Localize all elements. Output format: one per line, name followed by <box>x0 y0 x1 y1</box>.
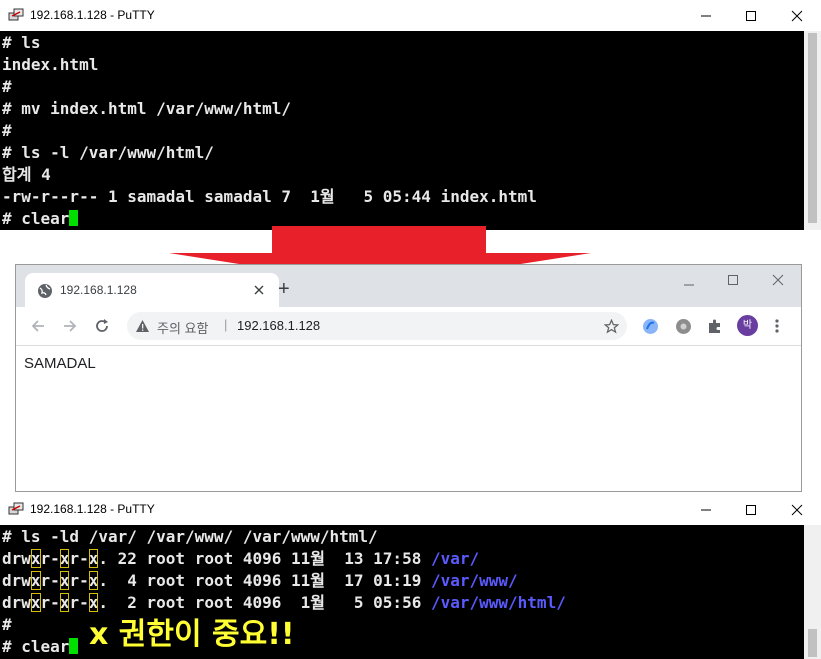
globe-icon <box>38 284 52 298</box>
terminal-cursor <box>69 210 79 226</box>
browser-toolbar: 주의 요함 | 192.168.1.128 박 <box>16 307 801 346</box>
window-title: 192.168.1.128 - PuTTY <box>30 502 155 516</box>
tab-strip: 192.168.1.128 + <box>16 265 801 307</box>
warning-icon <box>136 320 149 332</box>
title-bar[interactable]: 192.168.1.128 - PuTTY <box>0 0 821 31</box>
perm-r: r- <box>40 549 60 568</box>
minimize-icon <box>701 15 711 16</box>
extension-icon[interactable] <box>642 318 659 335</box>
forward-arrow-icon[interactable] <box>62 318 78 334</box>
maximize-icon[interactable] <box>727 274 739 286</box>
perm-r: r- <box>40 571 60 590</box>
browser-tab[interactable]: 192.168.1.128 <box>25 273 279 307</box>
close-icon <box>791 10 803 21</box>
minimize-button[interactable] <box>683 494 729 525</box>
back-arrow-icon[interactable] <box>30 318 46 334</box>
terminal-cursor <box>69 638 79 654</box>
putty-icon <box>8 502 24 515</box>
perm-x-highlight: x <box>59 571 70 590</box>
menu-dots-icon[interactable] <box>774 318 780 334</box>
maximize-icon <box>746 504 756 515</box>
dir-path: /var/ <box>430 549 480 568</box>
perm-r: r- <box>69 549 89 568</box>
close-icon <box>791 504 803 515</box>
perm-x-highlight: x <box>59 549 70 568</box>
terminal-line: # ls -ld /var/ /var/www/ /var/www/html/ <box>2 527 378 546</box>
row-details: . 22 root root 4096 11월 13 17:58 <box>98 549 431 568</box>
reload-icon[interactable] <box>94 318 110 334</box>
annotation-text: x 권한이 중요!! <box>89 617 295 652</box>
vertical-scrollbar[interactable] <box>804 525 821 659</box>
terminal-line: # mv index.html /var/www/html/ <box>2 99 291 118</box>
terminal-line: # <box>2 121 12 140</box>
terminal-line: # <box>2 615 12 634</box>
terminal-line-text: # clear <box>2 209 70 228</box>
terminal-prompt-line: # clear <box>2 208 79 230</box>
perm-x-highlight: x <box>88 571 99 590</box>
row-details: . 4 root root 4096 11월 17 01:19 <box>98 571 431 590</box>
new-tab-button[interactable]: + <box>278 279 290 299</box>
address-bar[interactable]: 주의 요함 | 192.168.1.128 <box>127 312 627 340</box>
perm-x-highlight: x <box>88 593 99 612</box>
terminal-line: # ls -l /var/www/html/ <box>2 143 214 162</box>
puzzle-icon[interactable] <box>707 318 723 334</box>
title-bar[interactable]: 192.168.1.128 - PuTTY <box>0 494 821 525</box>
vertical-scrollbar[interactable] <box>804 31 821 230</box>
minimize-button[interactable] <box>683 0 729 31</box>
perm-type: d <box>2 593 12 612</box>
browser-window: 192.168.1.128 + 주의 요함 | 192.168.1.128 박 … <box>15 264 802 492</box>
url-text: 192.168.1.128 <box>237 318 321 333</box>
window-title: 192.168.1.128 - PuTTY <box>30 8 155 22</box>
perm-r: r- <box>69 593 89 612</box>
terminal-line-text: # clear <box>2 637 70 656</box>
scrollbar-thumb[interactable] <box>808 629 817 657</box>
terminal-line: # <box>2 77 12 96</box>
dir-path: /var/www/html/ <box>430 593 566 612</box>
tab-title: 192.168.1.128 <box>60 283 137 297</box>
perm-x-highlight: x <box>30 571 41 590</box>
perm-r: r- <box>69 571 89 590</box>
gear-icon[interactable] <box>675 318 692 335</box>
putty-window-top: 192.168.1.128 - PuTTY # ls index.html # … <box>0 0 821 230</box>
close-icon[interactable] <box>772 274 784 286</box>
maximize-button[interactable] <box>728 494 774 525</box>
perm-rw: rw <box>11 593 31 612</box>
perm-r: r- <box>40 593 60 612</box>
security-label: 주의 요함 <box>157 321 209 336</box>
perm-rw: rw <box>11 571 31 590</box>
tab-close-icon[interactable] <box>254 285 264 295</box>
perm-x-highlight: x <box>88 549 99 568</box>
terminal-line: index.html <box>2 55 99 74</box>
close-button[interactable] <box>774 494 820 525</box>
putty-icon <box>8 8 24 21</box>
perm-type: d <box>2 571 12 590</box>
perm-rw: rw <box>11 549 31 568</box>
terminal-row: drwxr-xr-x. 4 root root 4096 11월 17 01:1… <box>2 570 518 592</box>
dir-path: /var/www/ <box>430 571 518 590</box>
terminal-area[interactable]: # ls index.html # # mv index.html /var/w… <box>0 31 804 230</box>
maximize-icon <box>746 10 756 21</box>
scrollbar-thumb[interactable] <box>808 33 817 223</box>
page-content: SAMADAL <box>24 355 96 372</box>
avatar[interactable]: 박 <box>737 315 758 336</box>
maximize-button[interactable] <box>728 0 774 31</box>
perm-x-highlight: x <box>59 593 70 612</box>
perm-x-highlight: x <box>30 549 41 568</box>
terminal-line: 합계 4 <box>2 165 51 184</box>
row-details: . 2 root root 4096 1월 5 05:56 <box>98 593 431 612</box>
perm-x-highlight: x <box>30 593 41 612</box>
terminal-row: drwxr-xr-x. 2 root root 4096 1월 5 05:56 … <box>2 592 566 614</box>
close-button[interactable] <box>774 0 820 31</box>
perm-type: d <box>2 549 12 568</box>
minimize-icon <box>701 509 711 510</box>
terminal-line: -rw-r--r-- 1 samadal samadal 7 1월 5 05:4… <box>2 187 537 206</box>
terminal-row: drwxr-xr-x. 22 root root 4096 11월 13 17:… <box>2 548 479 570</box>
minimize-icon[interactable] <box>683 279 695 291</box>
terminal-line: # ls <box>2 33 41 52</box>
omnibox-separator: | <box>224 317 228 332</box>
terminal-prompt-line: # clear <box>2 636 79 658</box>
bookmark-star-icon[interactable] <box>604 319 619 334</box>
